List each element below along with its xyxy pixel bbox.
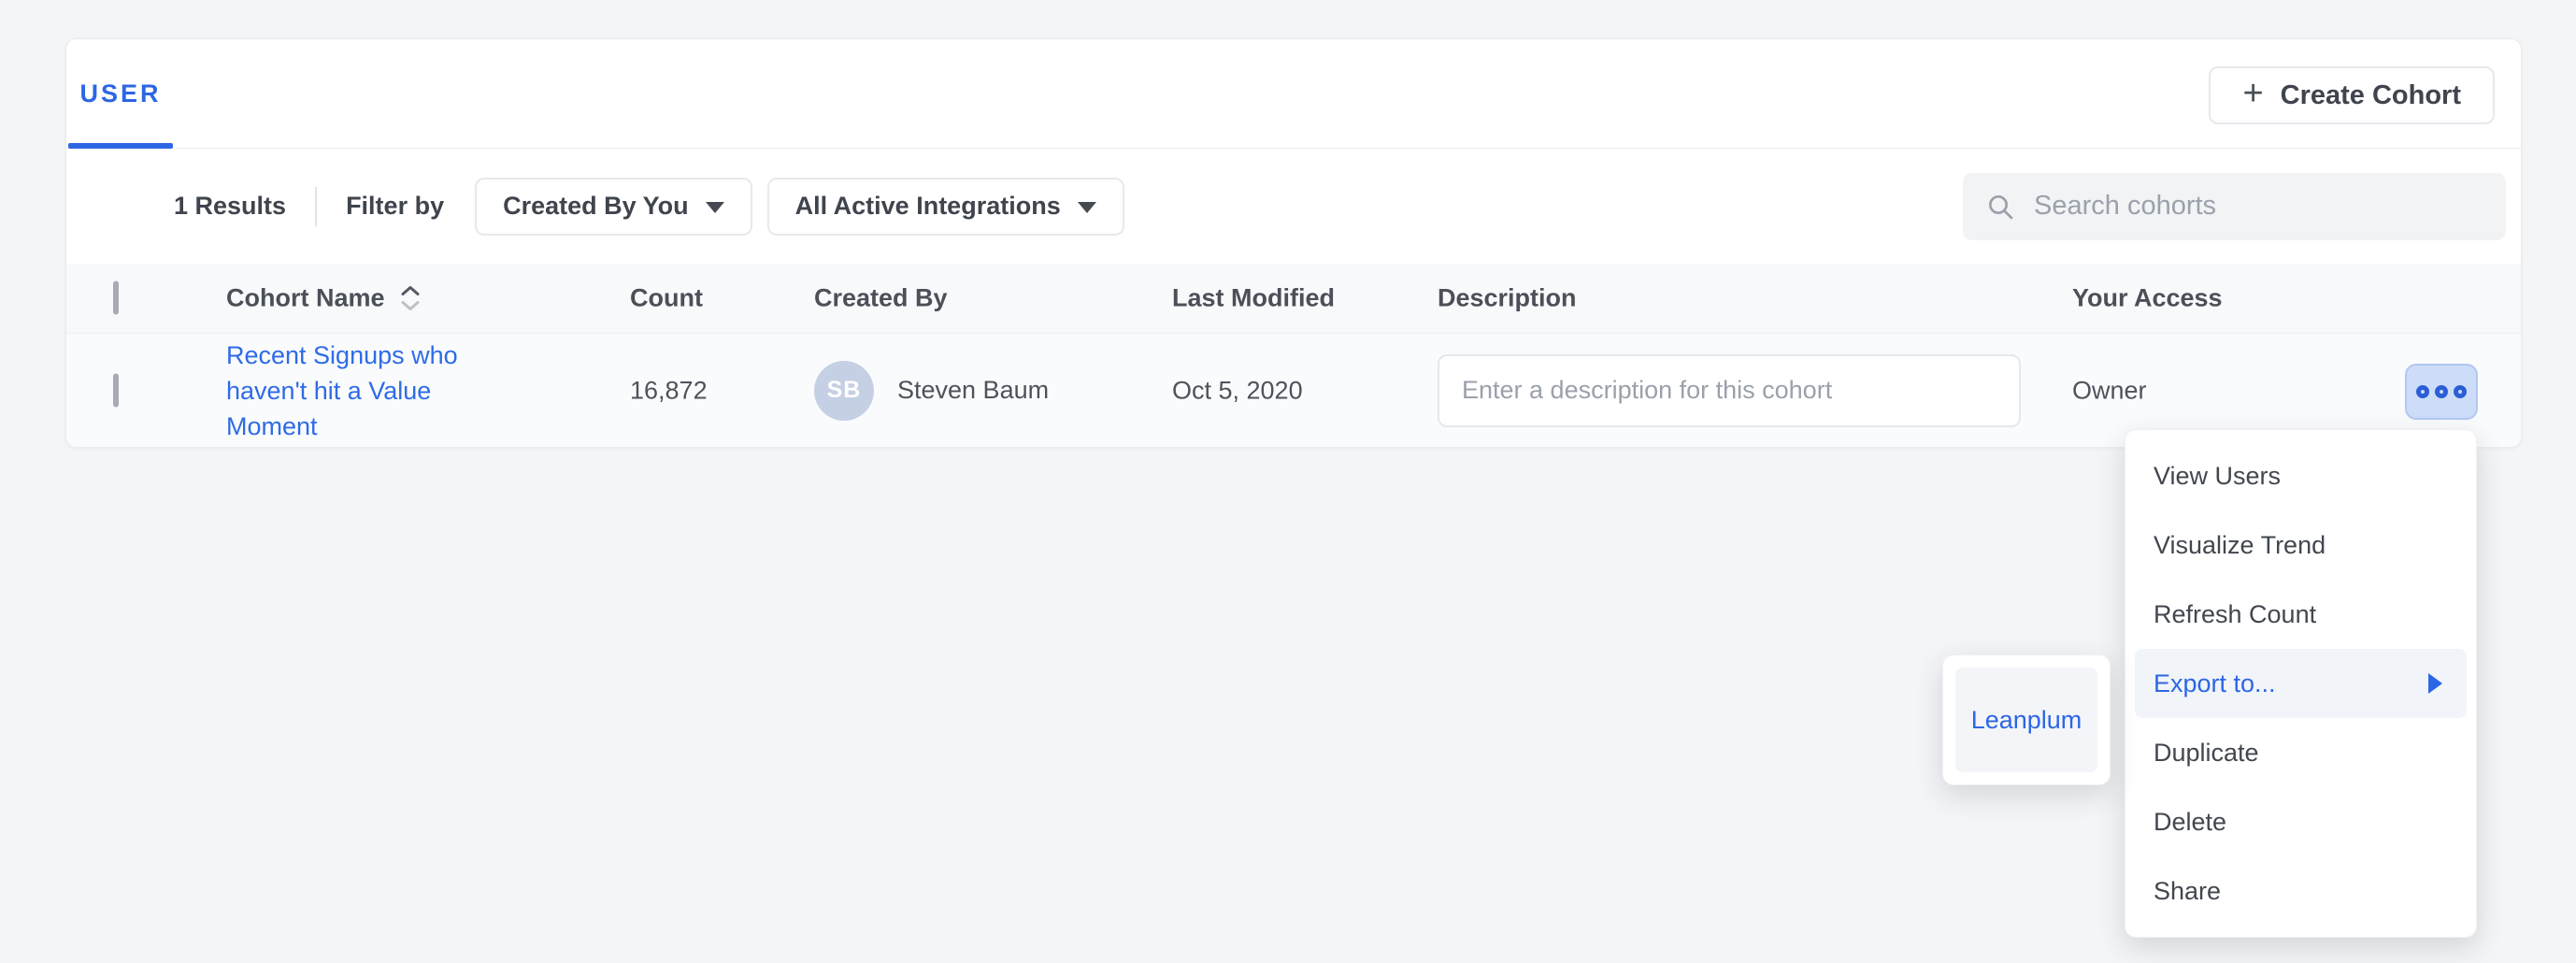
vertical-divider [315, 187, 317, 226]
created-by-cell: SB Steven Baum [814, 361, 1049, 421]
plus-icon: + [2242, 76, 2263, 111]
menu-item-refresh-count[interactable]: Refresh Count [2125, 580, 2476, 649]
context-menu: View Users Visualize Trend Refresh Count… [2125, 429, 2477, 938]
menu-item-duplicate[interactable]: Duplicate [2125, 718, 2476, 787]
submenu-item-leanplum[interactable]: Leanplum [1955, 668, 2097, 772]
cohort-name-link[interactable]: Recent Signups who haven't hit a Value M… [226, 338, 507, 444]
tab-user-label: USER [79, 79, 161, 108]
column-cohort-name[interactable]: Cohort Name [226, 284, 421, 313]
last-modified-date: Oct 5, 2020 [1172, 376, 1303, 405]
column-last-modified[interactable]: Last Modified [1172, 284, 1335, 313]
cohort-count: 16,872 [630, 376, 708, 405]
more-dots-icon [2454, 385, 2467, 398]
row-checkbox[interactable] [113, 373, 119, 407]
access-value: Owner [2072, 376, 2147, 405]
menu-item-visualize-trend[interactable]: Visualize Trend [2125, 510, 2476, 580]
menu-item-view-users[interactable]: View Users [2125, 441, 2476, 510]
export-submenu: Leanplum [1942, 654, 2111, 785]
menu-item-export-label: Export to... [2154, 669, 2276, 698]
chevron-down-icon [1078, 202, 1096, 213]
more-dots-icon [2416, 385, 2429, 398]
results-count: 1 Results [174, 192, 286, 221]
tab-bar: USER + Create Cohort [66, 39, 2521, 149]
created-by-dropdown-label: Created By You [503, 192, 689, 221]
table-header: Cohort Name Count Created By Last Modifi… [66, 264, 2521, 334]
select-all-checkbox[interactable] [113, 281, 119, 315]
search-box[interactable] [1963, 173, 2506, 240]
integrations-dropdown-label: All Active Integrations [795, 192, 1061, 221]
cohorts-panel: USER + Create Cohort 1 Results Filter by… [65, 38, 2522, 448]
column-count[interactable]: Count [630, 284, 703, 313]
created-by-dropdown[interactable]: Created By You [475, 178, 752, 236]
create-cohort-label: Create Cohort [2281, 80, 2461, 111]
column-your-access[interactable]: Your Access [2072, 284, 2223, 313]
tab-user[interactable]: USER [68, 39, 173, 148]
creator-name: Steven Baum [897, 376, 1049, 405]
sort-icon[interactable] [400, 285, 421, 312]
avatar: SB [814, 361, 874, 421]
filter-by-label: Filter by [346, 192, 444, 221]
more-actions-button[interactable] [2405, 364, 2478, 420]
submenu-arrow-icon [2428, 673, 2442, 694]
menu-item-share[interactable]: Share [2125, 856, 2476, 926]
tab-active-underline [68, 143, 173, 149]
column-description[interactable]: Description [1438, 284, 1577, 313]
create-cohort-button[interactable]: + Create Cohort [2209, 66, 2495, 124]
description-input[interactable] [1438, 354, 2021, 427]
search-icon [1985, 192, 2015, 222]
menu-item-delete[interactable]: Delete [2125, 787, 2476, 856]
more-dots-icon [2435, 385, 2448, 398]
chevron-down-icon [706, 202, 724, 213]
integrations-dropdown[interactable]: All Active Integrations [767, 178, 1124, 236]
menu-item-export-to[interactable]: Export to... [2135, 649, 2467, 718]
search-input[interactable] [2034, 191, 2483, 222]
filter-bar: 1 Results Filter by Created By You All A… [66, 149, 2521, 264]
column-created-by[interactable]: Created By [814, 284, 948, 313]
